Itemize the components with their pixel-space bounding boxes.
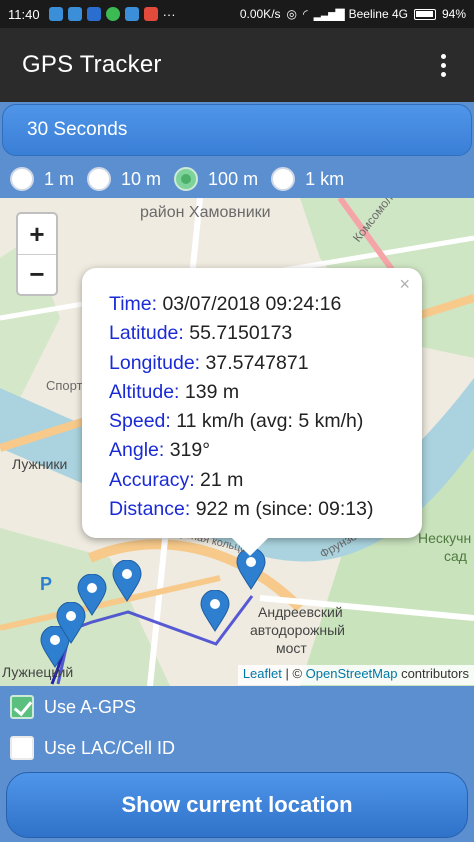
radio-1m[interactable]: 1 m — [10, 167, 74, 191]
map-label-bridge-line-3: мост — [276, 640, 307, 656]
zoom-in-button[interactable]: + — [18, 214, 56, 254]
popup-row-angle: Angle: 319° — [109, 439, 211, 462]
radio-100m[interactable]: 100 m — [174, 167, 258, 191]
hotspot-icon: ◎ — [286, 7, 298, 21]
popup-close-icon[interactable]: × — [399, 274, 410, 295]
popup-row-altitude: Altitude: 139 m — [109, 380, 240, 403]
popup-row-accuracy: Accuracy: 21 m — [109, 468, 244, 491]
map-label-neskuchny: Нескучн — [418, 530, 472, 546]
location-info-popup: × Time: 03/07/2018 09:24:16 Latitude: 55… — [82, 268, 422, 556]
radio-1km[interactable]: 1 km — [271, 167, 344, 191]
map-label-district: район Хамовники — [140, 204, 271, 221]
map-label-luzhniki: Лужники — [12, 456, 68, 472]
popup-row-longitude: Longitude: 37.5747871 — [109, 351, 309, 374]
agps-checkbox[interactable]: Use A-GPS — [10, 695, 136, 719]
checkbox-unchecked-icon — [10, 736, 34, 760]
app-bar: GPS Tracker — [0, 28, 474, 102]
map-label-luzhnetsky: Лужнецкий — [2, 664, 74, 680]
popup-row-distance: Distance: 922 m (since: 09:13) — [109, 498, 374, 521]
interval-value: 30 Seconds — [27, 119, 128, 140]
network-speed: 0.00K/s — [239, 7, 281, 21]
radio-10m[interactable]: 10 m — [87, 167, 161, 191]
location-app-icon-2 — [67, 7, 82, 21]
show-current-location-button[interactable]: Show current location — [6, 772, 468, 838]
zoom-out-button[interactable]: − — [18, 254, 56, 294]
status-bar: 11:40 ··· 0.00K/s ◎ ◜ ▂▃▅▇ Beeline 4G 94… — [0, 0, 474, 28]
more-notifications-icon: ··· — [162, 6, 176, 22]
track-marker-icon[interactable] — [112, 560, 142, 602]
popup-row-speed: Speed: 11 km/h (avg: 5 km/h) — [109, 410, 364, 433]
zoom-control: + − — [16, 212, 58, 296]
battery-icon — [413, 8, 436, 20]
radio-selected-icon — [174, 167, 199, 191]
map-label-sport: Спорт — [46, 378, 83, 393]
messenger-icon — [86, 7, 101, 21]
popup-row-time: Time: 03/07/2018 09:24:16 — [109, 293, 342, 315]
carrier-name: Beeline 4G — [348, 7, 408, 21]
checkbox-checked-icon — [10, 695, 34, 719]
status-time: 11:40 — [8, 6, 40, 22]
battery-percent: 94% — [441, 7, 466, 21]
gallery-icon — [143, 7, 158, 21]
overflow-menu-icon[interactable] — [435, 48, 452, 83]
popup-row-latitude: Latitude: 55.7150173 — [109, 322, 293, 345]
leaflet-link[interactable]: Leaflet — [243, 666, 282, 681]
app-title: GPS Tracker — [22, 51, 162, 78]
map-label-bridge-line-1: Андреевский — [258, 604, 343, 620]
radio-circle-icon — [271, 167, 296, 191]
map-attribution: Leaflet | © OpenStreetMap contributors — [237, 665, 474, 685]
radio-circle-icon — [10, 167, 34, 191]
track-marker-icon[interactable] — [77, 574, 107, 616]
wifi-icon: ◜ — [303, 7, 308, 21]
location-app-icon — [48, 7, 63, 21]
interval-selector[interactable]: 30 Seconds — [2, 104, 472, 156]
parking-icon: P — [40, 574, 53, 594]
lac-cellid-checkbox[interactable]: Use LAC/Cell ID — [10, 736, 175, 760]
osm-link[interactable]: OpenStreetMap — [306, 666, 398, 681]
location-app-icon-3 — [124, 7, 139, 21]
track-marker-icon[interactable] — [200, 590, 230, 632]
signal-icon: ▂▃▅▇ — [313, 7, 345, 21]
map-label-bridge-line-2: автодорожный — [250, 622, 345, 638]
radio-circle-icon — [87, 167, 112, 191]
whatsapp-icon — [105, 7, 120, 21]
map-label-sad: сад — [444, 548, 467, 564]
distance-filter-group: 1 m 10 m 100 m 1 km — [0, 160, 474, 198]
